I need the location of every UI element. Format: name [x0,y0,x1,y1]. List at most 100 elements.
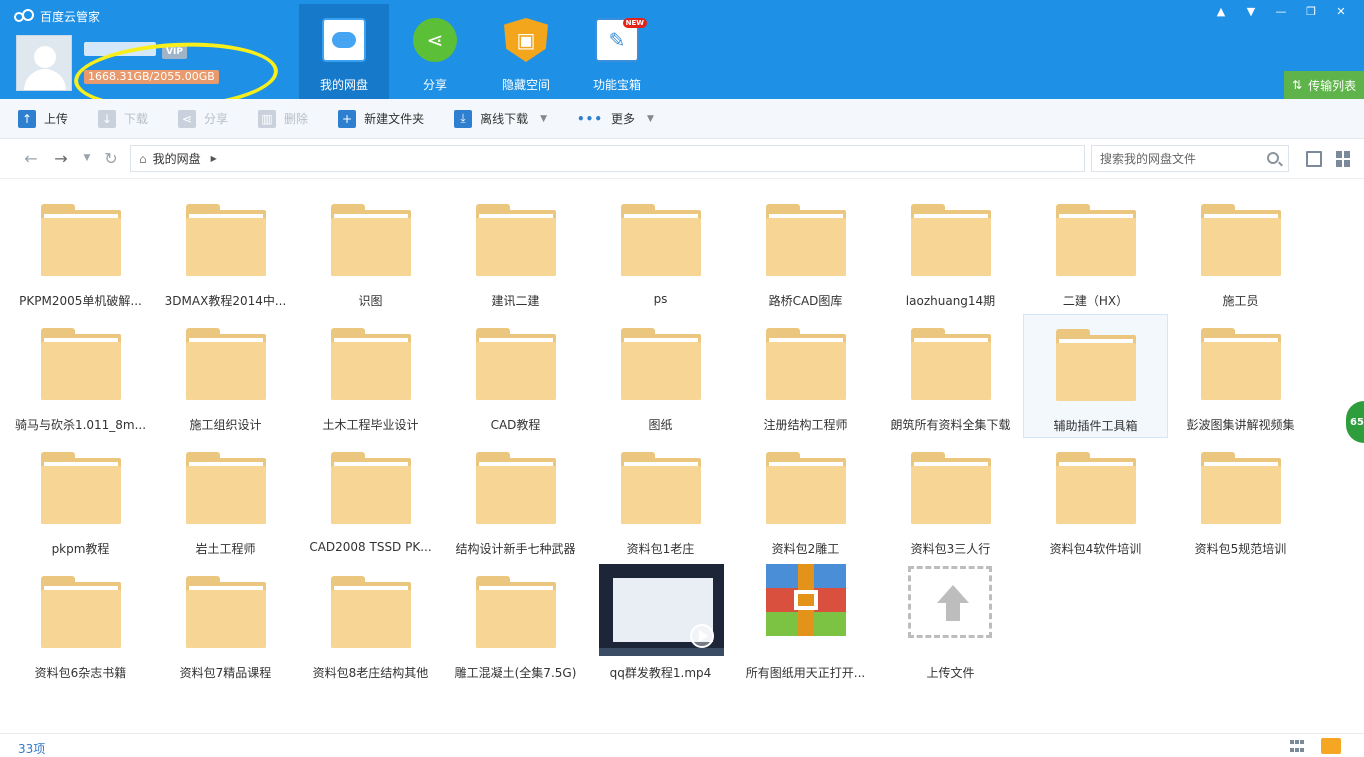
close-button[interactable]: ✕ [1326,2,1356,20]
transfer-list-label: 传输列表 [1308,78,1357,93]
folder-item[interactable]: 辅助插件工具箱 [1023,314,1168,438]
app-title: 百度云管家 [14,8,100,24]
folder-item[interactable]: 资料包1老庄 [588,438,733,562]
folder-item[interactable]: 图纸 [588,314,733,438]
file-name: 上传文件 [926,666,975,680]
chevron-right-icon[interactable]: ▶ [211,154,217,163]
folder-item[interactable]: CAD教程 [443,314,588,438]
file-name: 资料包8老庄结构其他 [312,666,429,680]
tab-toolbox-label: 功能宝箱 [592,78,641,92]
folder-item[interactable]: 骑马与砍杀1.011_8m... [8,314,153,438]
new-folder-button[interactable]: + 新建文件夹 [338,109,424,128]
offline-download-button[interactable]: ⤓ 离线下载 ▼ [454,109,547,128]
refresh-icon[interactable]: ↻ [100,147,122,169]
folder-item[interactable]: 资料包6杂志书籍 [8,562,153,686]
archive-icon [761,564,851,660]
folder-item[interactable]: 土木工程毕业设计 [298,314,443,438]
history-dropdown-icon[interactable]: ▼ [76,147,98,169]
search-icon[interactable] [1267,152,1279,164]
upload-button[interactable]: ↑ 上传 [18,109,68,128]
folder-item[interactable]: 施工员 [1168,190,1313,314]
offline-download-label: 离线下载 [480,112,529,126]
folder-item[interactable]: PKPM2005单机破解... [8,190,153,314]
upload-arrow-icon [906,566,996,660]
folder-item[interactable]: 资料包2雕工 [733,438,878,562]
upload-file-tile[interactable]: 上传文件 [878,562,1023,686]
archive-item[interactable]: 所有图纸用天正打开... [733,562,878,686]
baidu-cloud-logo-icon [14,9,34,23]
more-button[interactable]: ••• 更多 ▼ [577,110,654,127]
back-arrow-icon[interactable]: ← [20,147,42,169]
folder-item[interactable]: 雕工混凝土(全集7.5G) [443,562,588,686]
chevron-down-icon[interactable]: ▼ [540,114,547,124]
folder-item[interactable]: 彭波图集讲解视频集 [1168,314,1313,438]
tab-hidden-space[interactable]: ▣ 隐藏空间 [481,4,571,99]
side-float-badge[interactable]: 65 [1346,401,1364,443]
file-name: 辅助插件工具箱 [1053,419,1138,433]
chevron-down-icon[interactable]: ▼ [647,114,654,124]
minimize-button[interactable]: — [1266,2,1296,20]
folder-item[interactable]: laozhuang14期 [878,190,1023,314]
share-label: 分享 [204,112,229,126]
avatar[interactable] [16,35,72,91]
folder-item[interactable]: 二建（HX） [1023,190,1168,314]
folder-item[interactable]: 施工组织设计 [153,314,298,438]
folder-icon [1196,446,1286,536]
folder-icon [36,570,126,660]
file-name: qq群发教程1.mp4 [609,666,712,680]
folder-item[interactable]: 岩土工程师 [153,438,298,562]
search-input[interactable]: 搜索我的网盘文件 [1091,145,1289,172]
breadcrumb-my-drive[interactable]: 我的网盘 [153,150,201,167]
folder-item[interactable]: 资料包3三人行 [878,438,1023,562]
lock-icon: ▣ [504,18,548,62]
folder-item[interactable]: CAD2008 TSSD PK... [298,438,443,562]
file-name: PKPM2005单机破解... [19,294,142,308]
grid-layout-icon[interactable] [1290,740,1306,754]
folder-icon [36,322,126,412]
video-item[interactable]: qq群发教程1.mp4 [588,562,733,686]
sort-view-icon[interactable] [1306,151,1322,167]
delete-button[interactable]: ▥ 删除 [258,109,308,128]
share-button[interactable]: ⋖ 分享 [178,109,229,128]
status-bar: 33项 [0,733,1364,757]
folder-item[interactable]: 资料包4软件培训 [1023,438,1168,562]
grid-view-icon[interactable] [1336,151,1352,167]
folder-item[interactable]: ps [588,190,733,314]
tab-hidden-space-label: 隐藏空间 [501,78,550,92]
folder-item[interactable]: 3DMAX教程2014中... [153,190,298,314]
folder-item[interactable]: 建讯二建 [443,190,588,314]
tab-toolbox[interactable]: ✎ NEW 功能宝箱 [572,4,662,99]
address-bar: ← → ▼ ↻ ⌂ 我的网盘 ▶ 搜索我的网盘文件 [0,139,1364,179]
transfer-list-button[interactable]: ⇅ 传输列表 [1284,71,1364,99]
file-name: 注册结构工程师 [763,418,848,432]
file-name: 结构设计新手七种武器 [455,542,576,556]
upload-queue-icon[interactable] [1321,738,1341,754]
notification-bell-icon[interactable]: ▲ [1206,2,1236,20]
file-name: 雕工混凝土(全集7.5G) [454,666,577,680]
folder-item[interactable]: 结构设计新手七种武器 [443,438,588,562]
new-folder-icon: + [338,109,357,128]
breadcrumb[interactable]: ⌂ 我的网盘 ▶ [130,145,1085,172]
more-icon: ••• [577,111,604,126]
folder-item[interactable]: 资料包5规范培训 [1168,438,1313,562]
cloud-icon [322,18,366,62]
menu-dropdown-icon[interactable]: ▼ [1236,2,1266,20]
share-icon: ⋖ [413,18,457,62]
maximize-button[interactable]: ❐ [1296,2,1326,20]
folder-item[interactable]: 路桥CAD图库 [733,190,878,314]
folder-item[interactable]: 资料包8老庄结构其他 [298,562,443,686]
folder-item[interactable]: pkpm教程 [8,438,153,562]
tab-share[interactable]: ⋖ 分享 [390,4,480,99]
folder-item[interactable]: 资料包7精品课程 [153,562,298,686]
download-button[interactable]: ↓ 下载 [98,109,148,128]
tab-my-drive[interactable]: 我的网盘 [299,4,389,99]
folder-item[interactable]: 注册结构工程师 [733,314,878,438]
forward-arrow-icon[interactable]: → [50,147,72,169]
file-name: 施工组织设计 [189,418,262,432]
file-name: 土木工程毕业设计 [322,418,419,432]
folder-item[interactable]: 识图 [298,190,443,314]
file-name: 朗筑所有资料全集下载 [890,418,1011,432]
transfer-icon: ⇅ [1292,78,1303,92]
folder-icon [1051,198,1141,288]
folder-item[interactable]: 朗筑所有资料全集下载 [878,314,1023,438]
